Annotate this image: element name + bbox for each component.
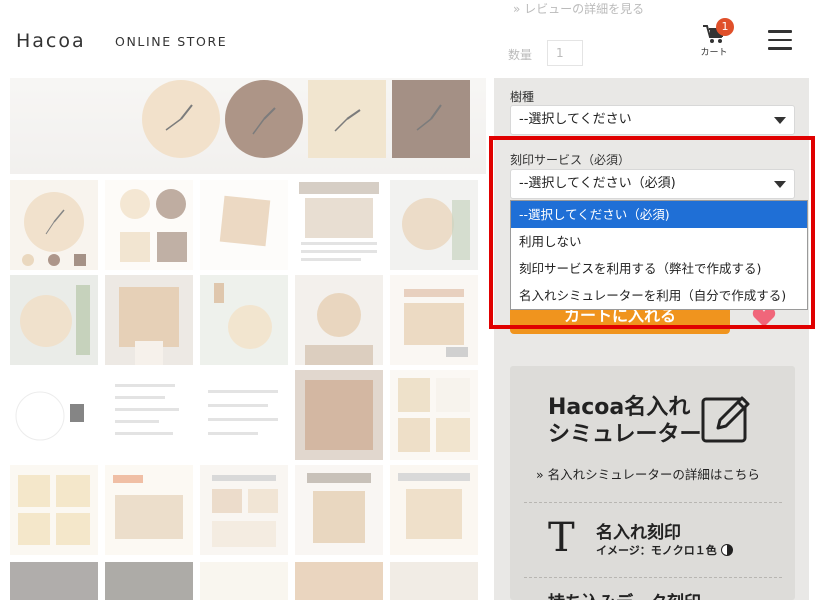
logo-subtitle[interactable]: ONLINE STORE [115,34,227,49]
pencil-edit-icon [701,396,750,443]
engrave-option-title: 名入れ刻印 [596,523,681,543]
divider [524,577,782,578]
hamburger-menu-icon[interactable] [768,30,792,50]
simulator-title: Hacoa名入れ シミュレーター [548,394,702,448]
product-gallery [0,78,490,600]
gallery-overlay [0,78,490,600]
wood-type-label: 樹種 [510,90,535,104]
double-chevron-icon: » [536,467,548,482]
engrave-option-subtitle: イメージ：モノクロ１色 [596,542,733,558]
text-t-icon: T [548,515,575,561]
cart-count-badge: 1 [716,18,734,36]
data-engrave-title: 持ち込みデータ刻印 [548,588,701,600]
logo[interactable]: Hacoa [16,30,86,52]
engrave-option-subtitle-text: イメージ：モノクロ１色 [596,544,717,557]
simulator-title-line1: Hacoa名入れ [548,395,691,420]
simulator-detail-link[interactable]: » 名入れシミュレーターの詳細はこちら [536,464,760,483]
wood-type-select[interactable]: --選択してください [510,105,795,135]
half-moon-icon [720,544,733,556]
chevron-down-icon [774,117,786,124]
divider [524,502,782,503]
highlight-box [489,136,815,329]
quantity-label: 数量 [508,48,533,62]
cart-button[interactable]: カート 1 [697,18,734,58]
wood-type-value: --選択してください [519,112,632,127]
review-link[interactable]: » レビューの詳細を見る [513,0,644,17]
quantity-input[interactable]: 1 [547,40,583,66]
simulator-detail-text: 名入れシミュレーターの詳細はこちら [547,467,760,482]
simulator-title-line2: シミュレーター [548,422,702,447]
cart-label: カート [700,48,728,58]
